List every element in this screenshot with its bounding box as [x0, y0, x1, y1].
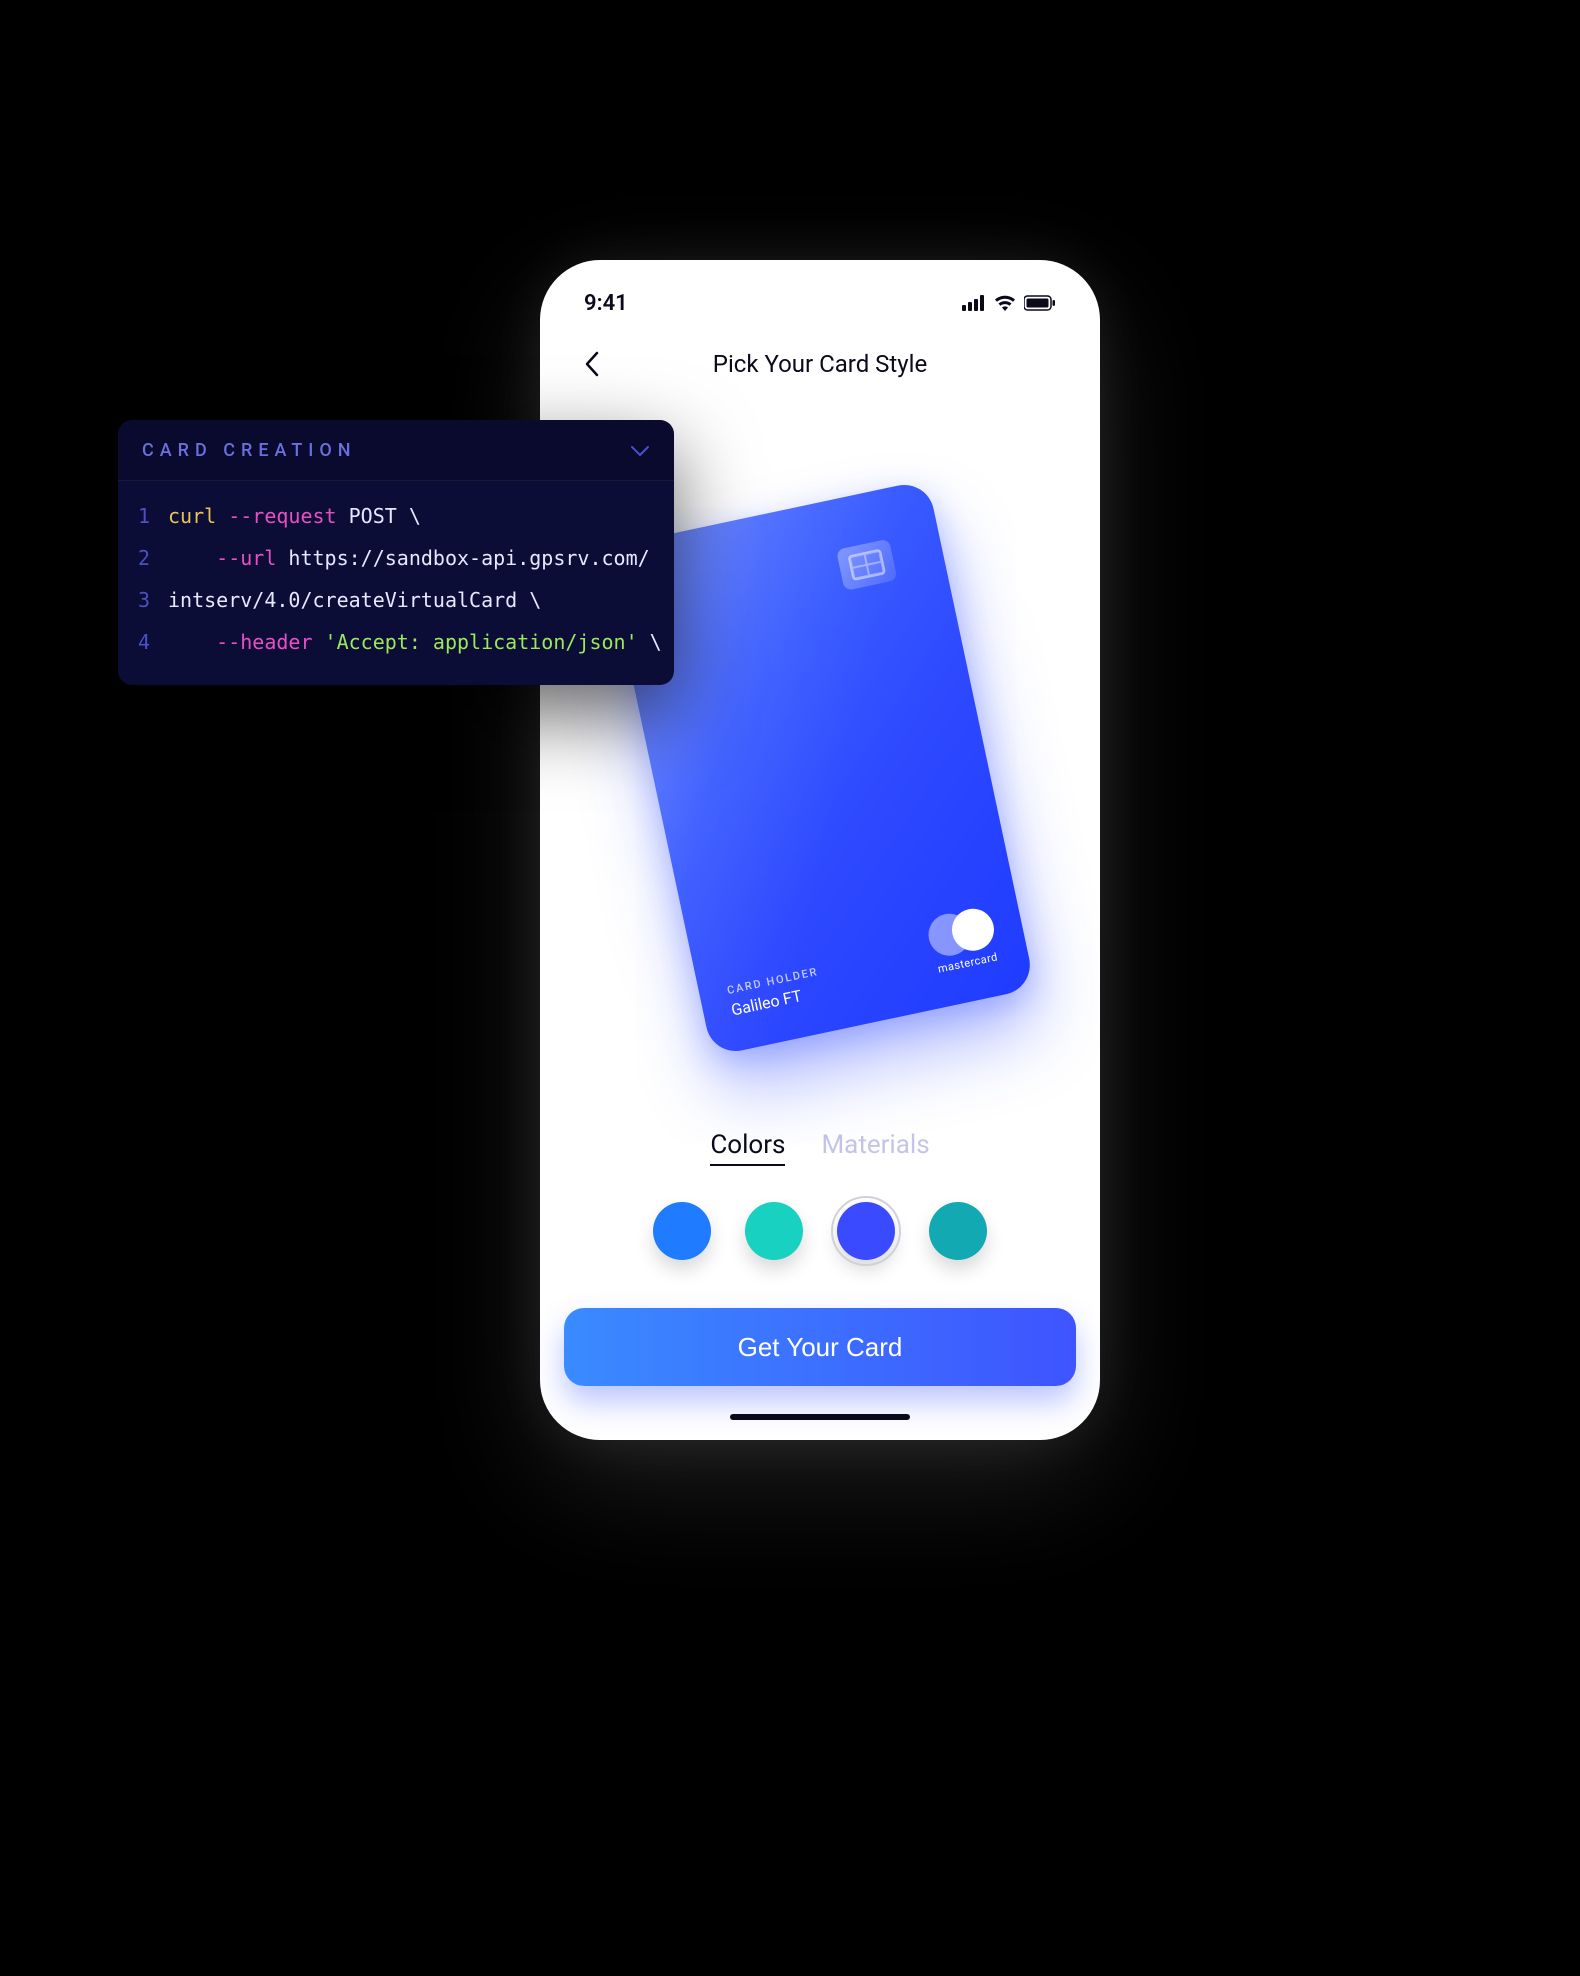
code-line: 3intserv/4.0/createVirtualCard \ — [138, 579, 654, 621]
color-swatch[interactable] — [653, 1202, 711, 1260]
chevron-down-icon — [630, 438, 650, 462]
back-button[interactable] — [574, 346, 610, 382]
wifi-icon — [994, 295, 1016, 311]
code-token: https://sandbox-api.gpsrv.com/ — [276, 537, 649, 579]
home-indicator[interactable] — [730, 1414, 910, 1420]
tab-materials[interactable]: Materials — [821, 1130, 929, 1166]
code-token: --url — [216, 537, 276, 579]
code-body: 1curl --request POST \2 --url https://sa… — [118, 481, 674, 685]
line-number: 4 — [138, 621, 168, 663]
page-title: Pick Your Card Style — [574, 350, 1066, 378]
line-number: 2 — [138, 537, 168, 579]
code-token: POST \ — [337, 495, 421, 537]
color-swatch[interactable] — [929, 1202, 987, 1260]
color-swatch[interactable] — [745, 1202, 803, 1260]
card-holder-block: CARD HOLDER Galileo FT — [726, 965, 824, 1020]
get-card-button[interactable]: Get Your Card — [564, 1308, 1076, 1386]
code-token: --request — [228, 495, 336, 537]
card-chip-icon — [836, 539, 898, 591]
status-time: 9:41 — [584, 291, 628, 316]
chevron-left-icon — [584, 351, 600, 377]
color-swatch[interactable] — [837, 1202, 895, 1260]
code-token: \ — [638, 621, 662, 663]
code-panel-header[interactable]: CARD CREATION — [118, 420, 674, 481]
battery-icon — [1024, 295, 1056, 311]
style-tabs: Colors Materials — [564, 1130, 1076, 1166]
code-line: 4 --header 'Accept: application/json' \ — [138, 621, 654, 663]
code-token: intserv/4.0/createVirtualCard \ — [168, 579, 541, 621]
code-token — [168, 621, 216, 663]
tab-colors[interactable]: Colors — [710, 1130, 785, 1166]
nav-bar: Pick Your Card Style — [564, 318, 1076, 396]
color-swatches — [564, 1202, 1076, 1260]
status-bar: 9:41 — [564, 288, 1076, 318]
cellular-signal-icon — [962, 295, 986, 311]
code-panel: CARD CREATION 1curl --request POST \2 --… — [118, 420, 674, 685]
code-token: --header — [216, 621, 312, 663]
line-number: 1 — [138, 495, 168, 537]
mastercard-logo: mastercard — [925, 905, 1002, 976]
code-line: 2 --url https://sandbox-api.gpsrv.com/ — [138, 537, 654, 579]
code-panel-title: CARD CREATION — [142, 440, 357, 461]
code-token: curl — [168, 495, 228, 537]
code-token — [168, 537, 216, 579]
line-number: 3 — [138, 579, 168, 621]
code-line: 1curl --request POST \ — [138, 495, 654, 537]
code-token: 'Accept: application/json' — [313, 621, 638, 663]
